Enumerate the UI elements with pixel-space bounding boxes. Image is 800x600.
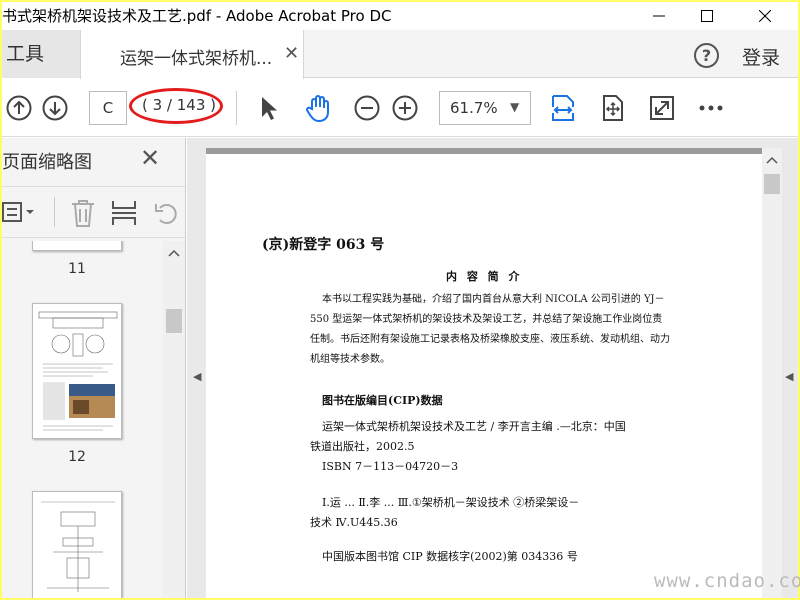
cip-line: 铁道出版社，2002.5 [310,440,415,453]
thumbnail-page-number: 12 [68,449,86,465]
list-options-icon [2,202,34,222]
thumbnail-pane: 页面缩略图 ✕ 11 12 [2,138,186,598]
cip-line: 运架一体式架桥机架设技术及工艺 / 李开言主编 .—北京：中国 [322,420,626,433]
summary-heading: 内 容 简 介 [446,270,523,283]
pdf-page: (京)新登字 063 号 内 容 简 介 本书以工程实践为基础，介绍了国内首台从… [206,148,762,598]
document-scroll-thumb[interactable] [764,174,780,194]
pane-divider [54,197,55,227]
thumbnail-list: 11 12 [2,241,163,598]
minimize-icon [653,15,665,17]
fit-width-button[interactable] [548,93,578,123]
tab-close-icon[interactable]: ✕ [284,43,299,64]
scroll-up-icon [168,249,180,257]
zoom-out-icon [354,95,380,121]
toolbar: C ( 3 / 143 ) 61.7% ▼ [2,79,798,137]
thumbnail-page-11[interactable] [32,241,122,251]
tab-document[interactable]: 运架一体式架桥机... ✕ [80,30,304,79]
acrobat-window: 书式架桥机架设技术及工艺.pdf - Adobe Acrobat Pro DC … [2,2,798,598]
cursor-arrow-icon [262,97,277,120]
document-view: ◀ (京)新登字 063 号 内 容 简 介 本书以工程实践为基础，介绍了国内首… [187,138,798,598]
watermark: www.cndao.com [654,570,800,592]
zoom-out-button[interactable] [352,93,382,123]
cip-isbn: ISBN 7－113－04720－3 [322,460,459,473]
maximize-button[interactable] [684,2,730,30]
page-number-input[interactable]: C [89,91,127,125]
summary-line: 本书以工程实践为基础，介绍了国内首台从意大利 NICOLA 公司引进的 YJ－ [322,294,665,305]
zoom-in-icon [392,95,418,121]
thumbnail-tools [2,186,185,238]
insert-page-button[interactable] [110,198,138,232]
arrow-down-circle-icon [42,95,68,121]
chevron-down-icon: ▼ [510,100,520,114]
classification-line: 技术 Ⅳ.U445.36 [310,516,398,529]
help-icon[interactable]: ? [694,43,719,68]
arrow-up-circle-icon [6,95,32,121]
insert-pages-icon [112,201,136,225]
collapse-left-pane-icon[interactable]: ◀ [193,370,201,383]
expand-icon [650,96,674,120]
hand-tool-button[interactable] [304,93,334,123]
maximize-icon [701,10,713,22]
collapse-right-pane-icon[interactable]: ◀ [785,370,793,383]
zoom-level-value: 61.7% [450,99,498,117]
hand-icon [306,95,329,123]
fit-width-icon [552,95,574,121]
title-bar: 书式架桥机架设技术及工艺.pdf - Adobe Acrobat Pro DC [2,2,798,30]
thumbnail-drawing [41,501,115,592]
close-icon [759,10,771,22]
summary-line: 550 型运架一体式架桥机的架设技术及架设工艺，并总结了架设施工作业岗位责 [310,314,663,325]
document-scrollbar[interactable] [762,148,782,598]
page-move-icon [603,95,623,121]
classification-line: Ⅰ.运 ... Ⅱ.李 ... Ⅲ.①架桥机－架设技术 ②桥梁架设－ [322,496,580,509]
trash-icon [72,200,94,227]
close-pane-icon[interactable]: ✕ [140,144,160,172]
previous-page-button[interactable] [4,93,34,123]
thumbnail-page-number: 11 [68,261,86,277]
tab-bar: 工具 运架一体式架桥机... ✕ ? 登录 [2,30,798,79]
scroll-up-icon [766,156,778,164]
red-annotation-ellipse [129,88,223,124]
more-horizontal-icon [699,105,723,111]
cip-heading: 图书在版编目(CIP)数据 [322,394,443,407]
undo-icon [155,204,177,224]
more-tools-button[interactable] [696,93,726,123]
undo-button[interactable] [152,198,180,232]
thumbnail-pane-title: 页面缩略图 [2,152,92,173]
close-window-button[interactable] [742,2,788,30]
delete-page-button[interactable] [69,198,97,232]
options-menu-button[interactable] [2,201,36,227]
minimize-button[interactable] [636,2,682,30]
window-title: 书式架桥机架设技术及工艺.pdf - Adobe Acrobat Pro DC [2,7,392,25]
thumbnail-drawing [38,311,118,431]
next-page-button[interactable] [40,93,70,123]
zoom-level-select[interactable]: 61.7% ▼ [439,91,531,125]
summary-line: 机组等技术参数。 [310,354,390,365]
tab-tools[interactable]: 工具 [2,30,80,78]
thumbnail-scrollbar[interactable] [163,241,185,598]
tab-document-label: 运架一体式架桥机... [120,49,273,69]
registration-line: (京)新登字 063 号 [262,237,385,253]
zoom-in-button[interactable] [390,93,420,123]
thumbnail-page-12[interactable] [32,303,122,439]
cip-data-number: 中国版本图书馆 CIP 数据核字(2002)第 034336 号 [322,550,578,563]
full-screen-button[interactable] [647,93,677,123]
login-link[interactable]: 登录 [742,43,780,70]
thumbnail-scroll-thumb[interactable] [166,309,182,333]
thumbnail-page-13[interactable] [32,491,122,598]
summary-line: 任制。书后还附有架设施工记录表格及桥梁橡胶支座、液压系统、发动机组、动力 [310,334,670,345]
select-tool-button[interactable] [254,93,284,123]
toolbar-divider [236,91,237,125]
rotate-view-button[interactable] [598,93,628,123]
